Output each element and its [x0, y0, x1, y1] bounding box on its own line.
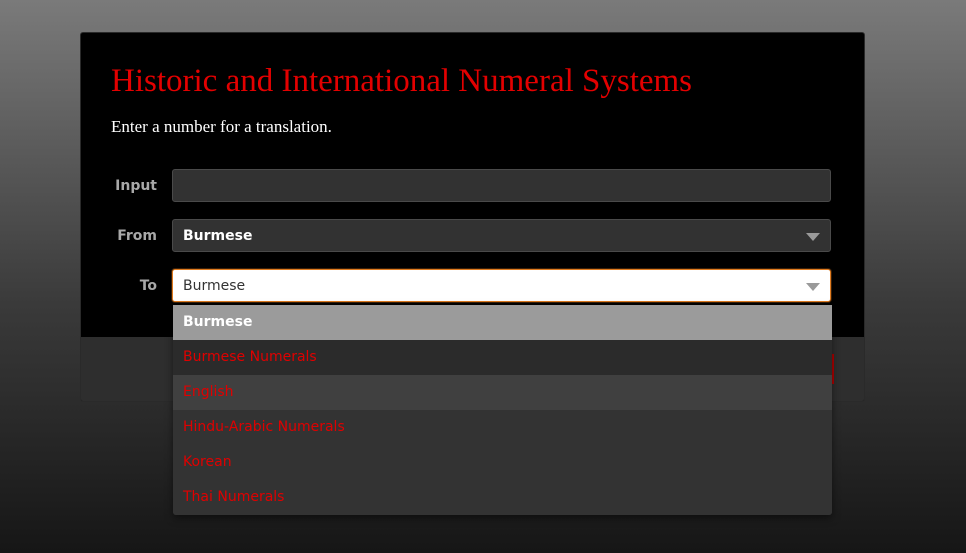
- page-subtitle: Enter a number for a translation.: [111, 117, 332, 136]
- input-label: Input: [115, 178, 157, 194]
- dropdown-option-burmese-numerals[interactable]: Burmese Numerals: [173, 340, 832, 375]
- from-select-value: Burmese: [183, 228, 253, 244]
- dropdown-option-korean[interactable]: Korean: [173, 445, 832, 480]
- from-label: From: [117, 228, 157, 244]
- dropdown-option-english[interactable]: English: [173, 375, 832, 410]
- dropdown-option-burmese[interactable]: Burmese: [173, 305, 832, 340]
- from-select[interactable]: Burmese: [172, 219, 831, 252]
- number-input[interactable]: [172, 169, 831, 202]
- chevron-down-icon: [806, 283, 820, 291]
- page-title: Historic and International Numeral Syste…: [111, 63, 693, 99]
- chevron-down-icon: [806, 233, 820, 241]
- dropdown-option-thai-numerals[interactable]: Thai Numerals: [173, 480, 832, 515]
- dropdown-option-hindu-arabic-numerals[interactable]: Hindu-Arabic Numerals: [173, 410, 832, 445]
- to-select-value: Burmese: [183, 278, 246, 294]
- to-label: To: [139, 278, 157, 294]
- to-select[interactable]: Burmese: [172, 269, 831, 302]
- to-select-dropdown: Burmese Burmese Numerals English Hindu-A…: [173, 305, 832, 515]
